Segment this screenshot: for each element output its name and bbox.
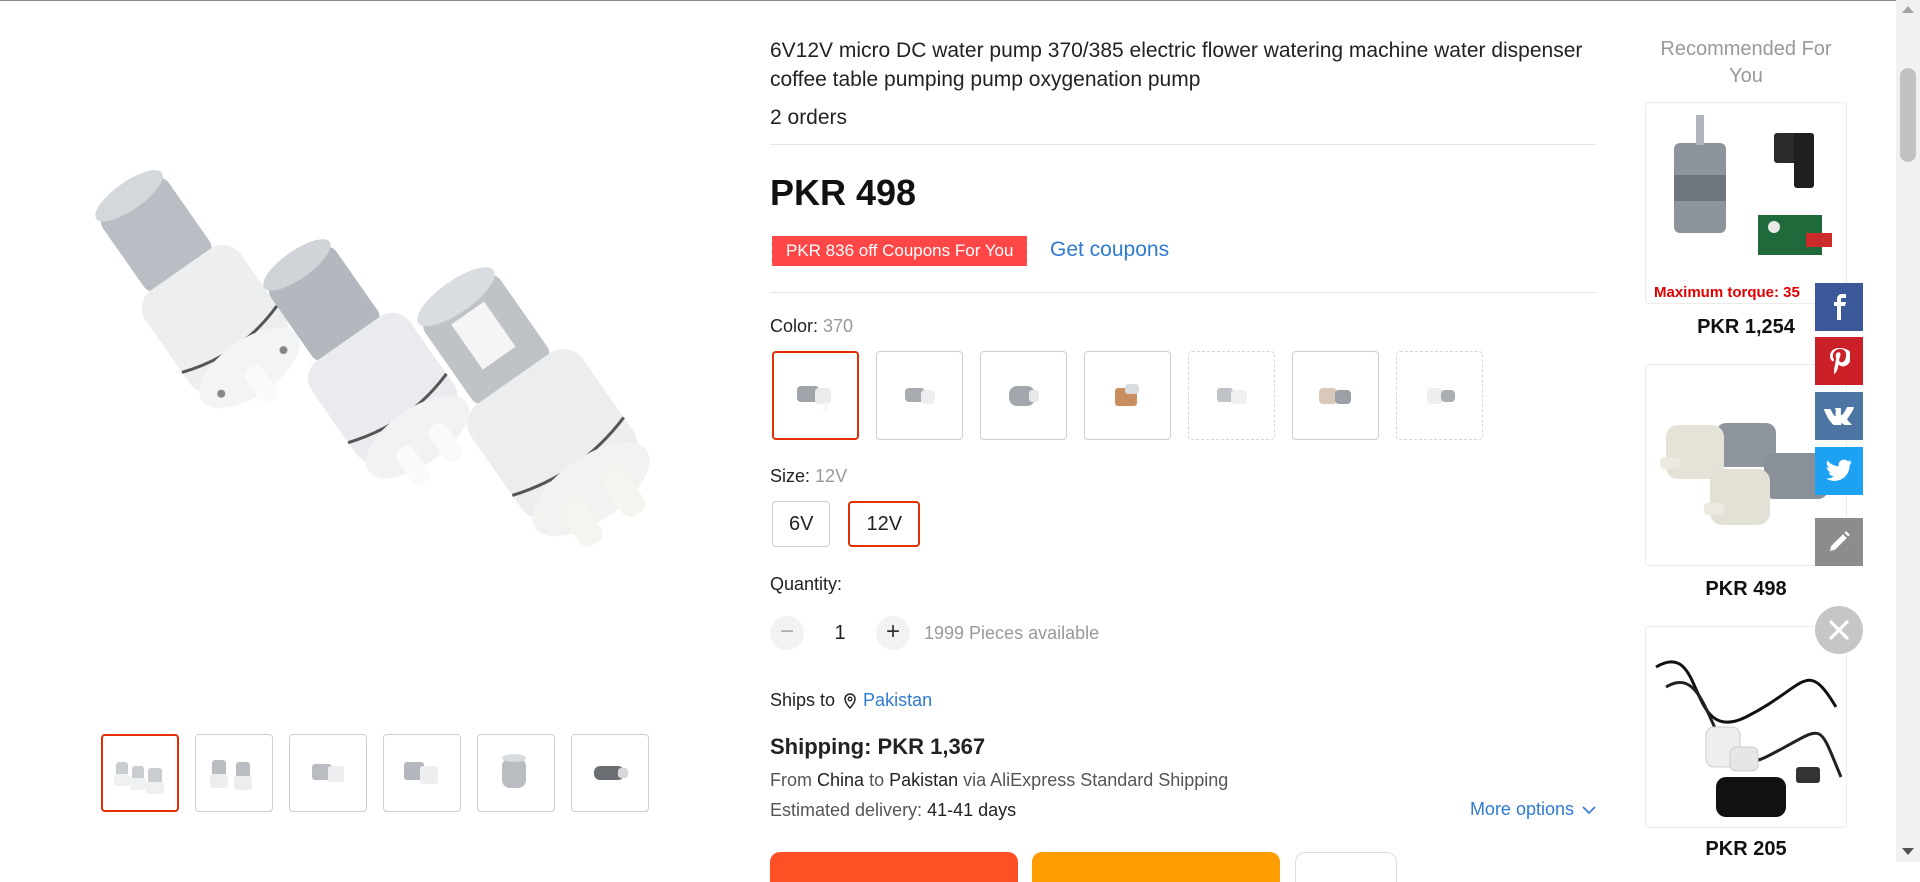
twitter-icon — [1826, 459, 1852, 481]
scrollbar-thumb[interactable] — [1900, 68, 1916, 162]
buy-now-button[interactable] — [770, 852, 1018, 882]
thumbnail-4[interactable] — [383, 734, 461, 812]
ships-to: Ships to Pakistan — [770, 690, 932, 711]
color-label-text: Color: — [770, 316, 819, 336]
more-options-label: More options — [1469, 799, 1574, 819]
add-to-cart-button[interactable] — [1032, 852, 1280, 882]
divider — [770, 144, 1596, 145]
share-edit-button[interactable] — [1815, 518, 1863, 566]
from-country: China — [817, 770, 865, 790]
pencil-icon — [1830, 531, 1850, 551]
ships-to-label: Ships to — [770, 690, 836, 710]
ships-to-country-link[interactable]: Pakistan — [863, 690, 932, 711]
color-selected-value: 370 — [823, 316, 854, 336]
scroll-down-arrow[interactable] — [1902, 848, 1914, 855]
facebook-icon — [1834, 294, 1846, 320]
estimated-delivery: Estimated delivery: 41-41 days — [770, 800, 1016, 821]
quantity-label: Quantity: — [770, 574, 843, 594]
chevron-down-icon — [1582, 805, 1596, 814]
recommended-price-2: PKR 498 — [1705, 578, 1787, 600]
estimated-delivery-label: Estimated delivery: — [770, 800, 923, 820]
estimated-delivery-days: 41-41 days — [927, 800, 1017, 820]
recommended-title: Recommended For You — [1660, 38, 1832, 87]
product-main-image[interactable] — [70, 160, 710, 600]
coupon-tag[interactable]: PKR 836 off Coupons For You — [769, 236, 1028, 266]
orders-count: 2 orders — [770, 106, 848, 129]
thumbnail-6[interactable] — [571, 734, 649, 812]
color-option-3[interactable] — [980, 351, 1067, 440]
from-text: From — [770, 770, 812, 790]
size-label-text: Size: — [770, 466, 811, 486]
thumbnail-3[interactable] — [289, 734, 367, 812]
shipping-cost: Shipping: PKR 1,367 — [770, 734, 986, 759]
color-option-4[interactable] — [1084, 351, 1171, 440]
recommended-price-3: PKR 205 — [1705, 838, 1787, 860]
get-coupons-link[interactable]: Get coupons — [1050, 238, 1169, 262]
quantity-stepper: − 1 + 1999 Pieces available — [770, 616, 1099, 650]
size-label: Size: 12V — [770, 466, 847, 487]
thumbnail-1[interactable] — [101, 734, 179, 812]
pieces-available: 1999 Pieces available — [924, 622, 1100, 643]
recommended-item-image — [1655, 660, 1843, 817]
via-text: via AliExpress Standard Shipping — [963, 770, 1229, 790]
color-option-5[interactable] — [1188, 351, 1275, 440]
thumbnail-5[interactable] — [477, 734, 555, 812]
size-options: 6V 12V — [772, 501, 921, 547]
recommended-item-3[interactable] — [1645, 626, 1847, 828]
share-twitter-button[interactable] — [1815, 447, 1863, 495]
product-price: PKR 498 — [770, 172, 917, 213]
to-text: to — [869, 770, 885, 790]
product-title: 6V12V micro DC water pump 370/385 electr… — [770, 39, 1583, 91]
top-border — [0, 0, 1920, 1]
scroll-up-arrow[interactable] — [1902, 6, 1914, 13]
color-option-7[interactable] — [1396, 351, 1483, 440]
color-label: Color: 370 — [770, 316, 853, 337]
color-options — [772, 351, 1483, 440]
close-icon — [1829, 620, 1849, 640]
share-pinterest-button[interactable] — [1815, 337, 1863, 385]
size-selected-value: 12V — [815, 466, 848, 486]
size-option-6v[interactable]: 6V — [772, 501, 831, 547]
location-pin-icon — [844, 692, 856, 709]
recommended-item-1[interactable]: Maximum torque: 35 — [1645, 102, 1847, 304]
color-option-6[interactable] — [1292, 351, 1379, 440]
quantity-decrease-button[interactable]: − — [770, 616, 804, 650]
vk-icon — [1824, 407, 1854, 425]
size-option-12v[interactable]: 12V — [848, 501, 921, 547]
thumbnail-2[interactable] — [195, 734, 273, 812]
shipping-route: From China to Pakistan via AliExpress St… — [770, 770, 1228, 791]
color-option-2[interactable] — [876, 351, 963, 440]
recommended-item-caption: Maximum torque: 35 — [1654, 284, 1800, 301]
quantity-increase-button[interactable]: + — [876, 616, 910, 650]
divider — [770, 292, 1596, 293]
pinterest-icon — [1830, 348, 1850, 375]
quantity-value[interactable]: 1 — [804, 622, 876, 645]
share-facebook-button[interactable] — [1815, 283, 1863, 331]
more-options-link[interactable]: More options — [1470, 799, 1596, 820]
recommended-item-image — [1674, 115, 1832, 255]
to-country: Pakistan — [889, 770, 959, 790]
image-thumbnails — [101, 734, 649, 812]
color-option-370[interactable] — [772, 351, 859, 440]
share-vk-button[interactable] — [1815, 392, 1863, 440]
close-share-button[interactable] — [1815, 606, 1863, 654]
wishlist-button[interactable] — [1295, 852, 1397, 882]
